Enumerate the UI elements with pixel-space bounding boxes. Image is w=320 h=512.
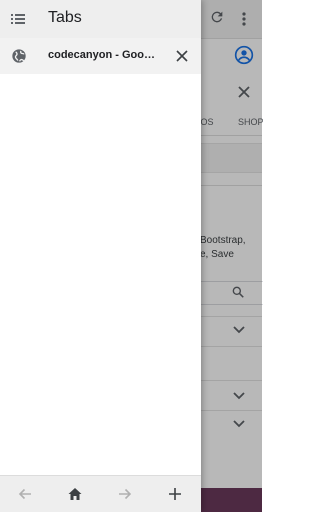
home-icon[interactable]: [67, 486, 83, 502]
plus-icon[interactable]: [167, 486, 183, 502]
close-icon[interactable]: [174, 48, 190, 64]
arrow-right-icon[interactable]: [117, 486, 133, 502]
arrow-left-icon[interactable]: [17, 486, 33, 502]
list-icon[interactable]: [10, 11, 26, 27]
drawer-title: Tabs: [48, 9, 82, 26]
drawer-header: Tabs: [0, 0, 201, 39]
drawer-bottom-bar: [0, 475, 201, 512]
tab-title: codecanyon - Googl...: [48, 49, 160, 61]
tab-item[interactable]: codecanyon - Googl...: [0, 38, 201, 74]
globe-icon: [12, 49, 26, 63]
tabs-drawer: Tabs codecanyon - Googl...: [0, 0, 201, 512]
